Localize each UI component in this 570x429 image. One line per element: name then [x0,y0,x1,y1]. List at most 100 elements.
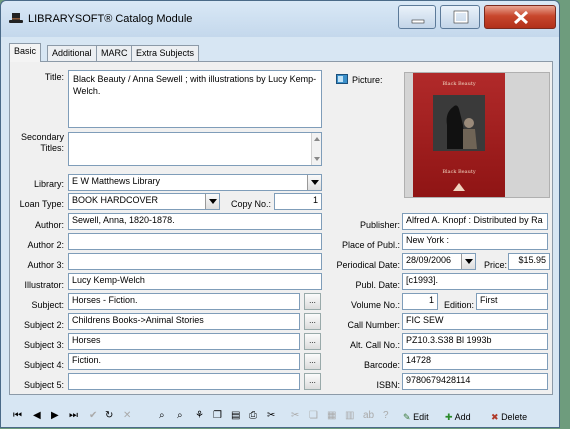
next-icon[interactable]: ▶ [51,409,59,423]
subject5-browse-button[interactable]: ... [304,373,321,390]
price-field[interactable]: $15.95 [508,253,550,270]
maximize-button[interactable] [440,5,480,29]
copy-icon[interactable]: ❐ [213,409,222,423]
subject2-field[interactable]: Childrens Books->Animal Stories [68,313,300,330]
alt-call-number-field[interactable]: PZ10.3.S38 Bl 1993b [402,333,548,350]
subject2-browse-button[interactable]: ... [304,313,321,330]
print-preview-icon[interactable]: ▤ [231,409,240,423]
scissors-disabled-icon[interactable]: ✂ [291,409,299,423]
print-icon[interactable]: ⎙ [249,409,257,423]
edition-field[interactable]: First [476,293,548,310]
edition-label: Edition: [444,300,475,310]
subject5-field[interactable] [68,373,300,390]
isbn-label: ISBN: [376,380,400,390]
subject3-browse-button[interactable]: ... [304,333,321,350]
binoculars-plus-icon[interactable]: ⌕ [177,409,183,423]
tree-icon[interactable]: ⚘ [195,409,204,423]
author2-field[interactable] [68,233,322,250]
place-label: Place of Publ.: [341,240,400,250]
cancel-icon[interactable]: ✕ [123,409,131,423]
periodical-date-label: Periodical Date: [336,260,400,270]
cover-image[interactable]: Black Beauty Black Beauty [404,72,550,198]
author3-field[interactable] [68,253,322,270]
edit-label: Edit [413,412,429,422]
maximize-icon [453,10,469,24]
title-bar[interactable]: LIBRARYSOFT® Catalog Module [1,1,559,37]
triangle-icon [453,183,465,191]
edit-button[interactable]: ✎ Edit [403,409,429,425]
subject-browse-button[interactable]: ... [304,293,321,310]
delete-label: Delete [501,412,528,422]
copy-no-field[interactable]: 1 [274,193,322,210]
periodical-date-value: 28/09/2006 [406,255,452,265]
catalog-window: LIBRARYSOFT® Catalog Module Basic Additi… [0,0,560,428]
subject4-label: Subject 4: [23,360,64,370]
close-button[interactable] [484,5,556,29]
refresh-icon[interactable]: ↻ [105,409,113,423]
volume-label: Volume No.: [350,300,400,310]
first-icon[interactable]: ⏮ [13,409,22,423]
abc-icon[interactable]: ab [363,409,374,423]
secondary-titles-label: Secondary Titles: [20,132,64,153]
chevron-down-icon[interactable] [205,194,219,209]
last-icon[interactable]: ⏭ [69,409,78,423]
cover-text-top: Black Beauty [442,81,476,87]
minimize-button[interactable] [398,5,436,29]
calculator-icon[interactable]: ▦ [327,409,336,423]
help-icon[interactable]: ? [383,409,389,423]
minimize-icon [411,19,425,24]
library-select[interactable]: E W Matthews Library [68,174,322,191]
title-field[interactable]: Black Beauty / Anna Sewell ; with illust… [68,70,322,128]
close-icon [513,10,529,25]
hat-icon [9,13,23,23]
tab-additional[interactable]: Additional [47,45,97,62]
loan-type-value: BOOK HARDCOVER [72,195,159,205]
subject4-field[interactable]: Fiction. [68,353,300,370]
publisher-field[interactable]: Alfred A. Knopf : Distributed by Ra [402,213,548,230]
loan-type-select[interactable]: BOOK HARDCOVER [68,193,220,210]
prev-icon[interactable]: ◀ [33,409,41,423]
author3-label: Author 3: [27,260,64,270]
library-label: Library: [33,179,64,189]
horse-icon [433,95,485,151]
tab-basic[interactable]: Basic [9,43,42,62]
scissors-icon[interactable]: ✂ [267,409,275,423]
chevron-down-icon[interactable] [307,175,321,190]
subject4-browse-button[interactable]: ... [304,353,321,370]
barcode-field[interactable]: 14728 [402,353,548,370]
alt-call-number-label: Alt. Call No.: [349,340,400,350]
place-field[interactable]: New York : [402,233,548,250]
publisher-label: Publisher: [359,220,400,230]
library-value: E W Matthews Library [72,176,161,186]
picture-icon[interactable] [336,74,348,84]
paste-icon[interactable]: ❏ [309,409,318,423]
loan-type-label: Loan Type: [19,199,64,209]
author2-label: Author 2: [27,240,64,250]
volume-field[interactable]: 1 [402,293,438,310]
chart-icon[interactable]: ▥ [345,409,354,423]
subject-field[interactable]: Horses - Fiction. [68,293,300,310]
cover-text-bottom: Black Beauty [442,169,476,175]
publ-date-label: Publ. Date: [355,280,400,290]
secondary-titles-scrollbar[interactable] [311,133,321,165]
chevron-down-icon[interactable] [461,254,475,269]
subject3-label: Subject 3: [23,340,64,350]
publ-date-field[interactable]: [c1993]. [402,273,548,290]
tab-extra-subjects[interactable]: Extra Subjects [131,45,200,62]
periodical-date-picker[interactable]: 28/09/2006 [402,253,476,270]
binoculars-icon[interactable]: ⌕ [159,409,165,423]
illustrator-label: Illustrator: [24,280,64,290]
copy-no-label: Copy No.: [231,199,272,209]
tab-marc[interactable]: MARC [96,45,133,62]
delete-button[interactable]: ✖ Delete [491,409,527,425]
delete-icon: ✖ [491,412,499,422]
subject3-field[interactable]: Horses [68,333,300,350]
author-field[interactable]: Sewell, Anna, 1820-1878. [68,213,322,230]
isbn-field[interactable]: 9780679428114 [402,373,548,390]
call-number-field[interactable]: FIC SEW [402,313,548,330]
illustrator-field[interactable]: Lucy Kemp-Welch [68,273,322,290]
check-icon[interactable]: ✔ [89,409,97,423]
basic-panel: Title: Black Beauty / Anna Sewell ; with… [9,61,553,395]
add-button[interactable]: ✚ Add [445,409,471,425]
secondary-titles-field[interactable] [68,132,322,166]
